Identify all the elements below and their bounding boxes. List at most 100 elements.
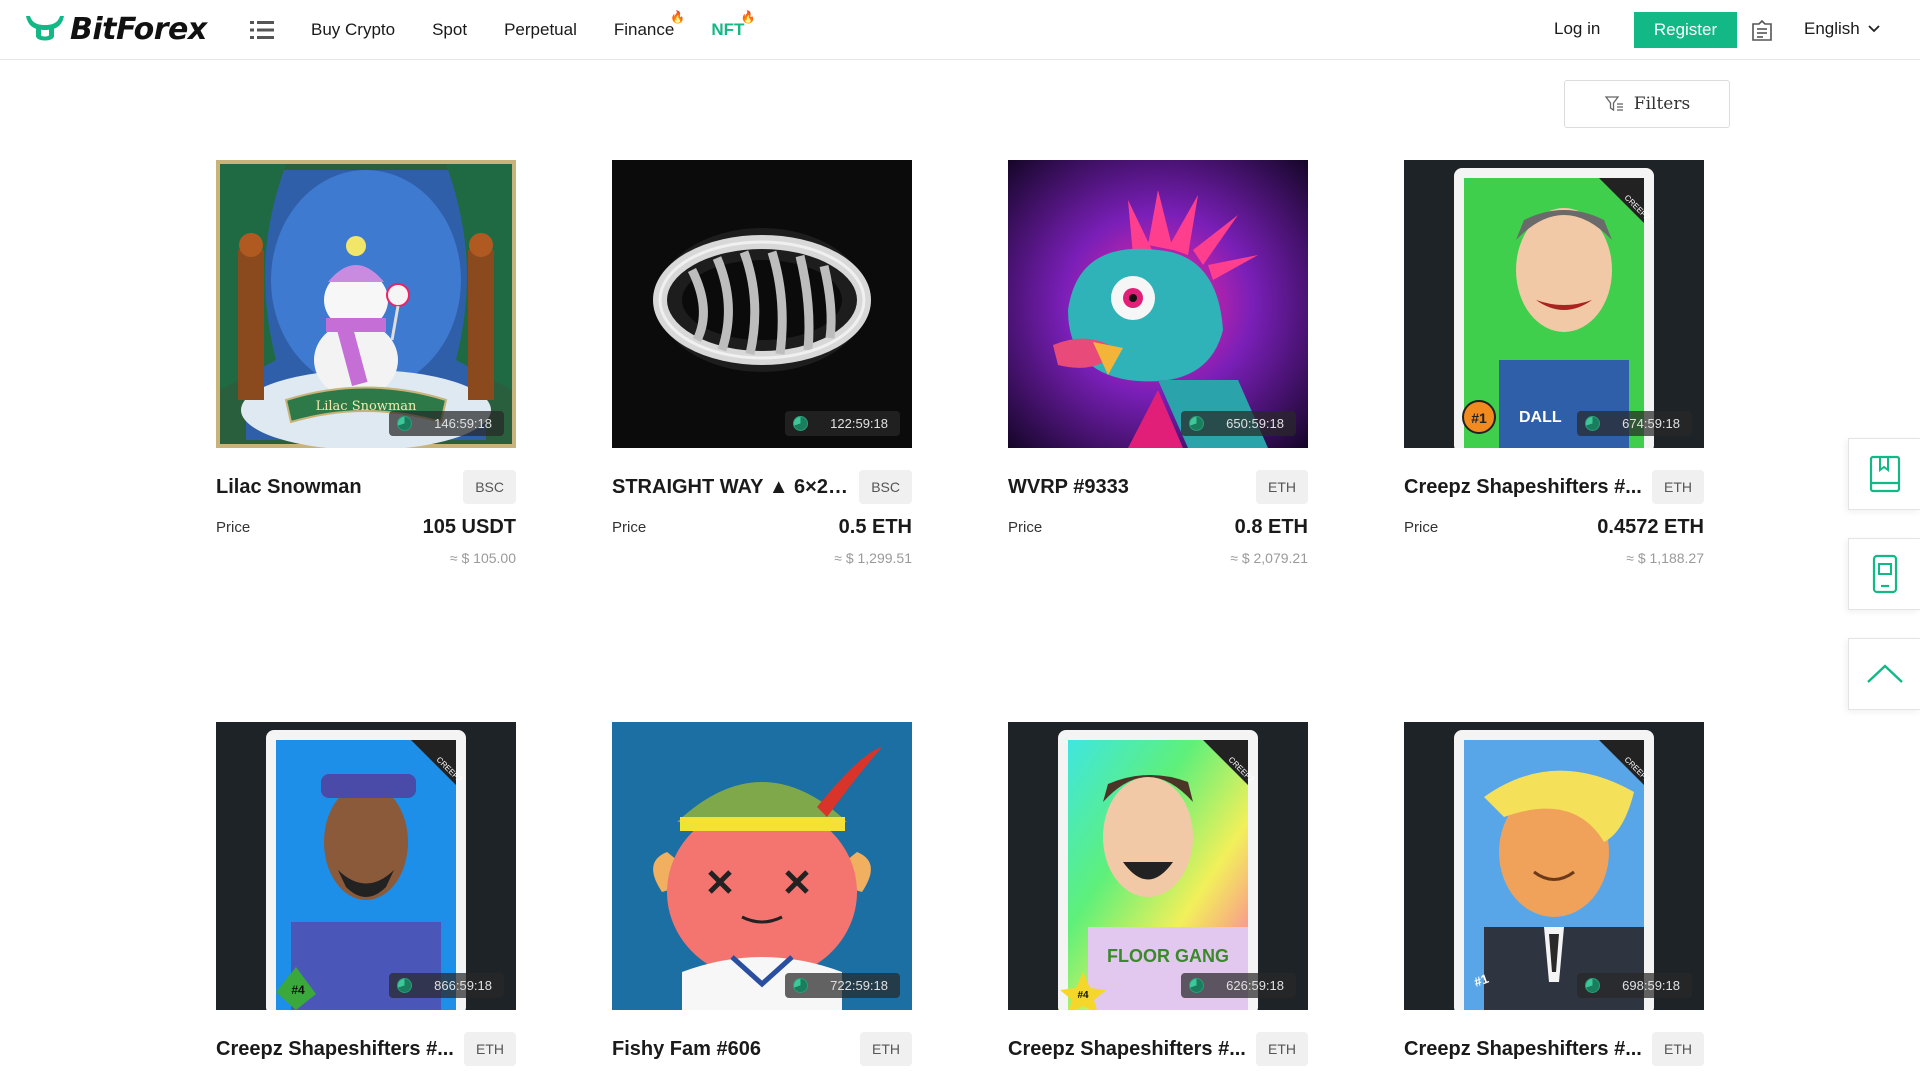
nft-card[interactable]: CREEPZ DALL #1 674:59:18 Creepz Shapeshi… (1404, 160, 1704, 566)
timer-value: 626:59:18 (1226, 978, 1284, 993)
countdown-timer: 650:59:18 (1181, 411, 1296, 436)
price-label: Price (1404, 518, 1439, 536)
price-usd: ≈ $ 1,188.27 (1626, 550, 1704, 566)
nft-name[interactable]: Creepz Shapeshifters #... (216, 1038, 454, 1061)
filters-label: Filters (1633, 94, 1691, 114)
nft-image[interactable]: 722:59:18 (612, 722, 912, 1010)
countdown-timer: 698:59:18 (1577, 973, 1692, 998)
nft-card[interactable]: Lilac Snowman 146:59:18 Lilac Snowman BS… (216, 160, 516, 566)
timer-value: 122:59:18 (830, 416, 888, 431)
nav-perpetual[interactable]: Perpetual (504, 20, 577, 40)
nft-image[interactable]: CREEPZ DALL #1 674:59:18 (1404, 160, 1704, 448)
mobile-icon (1872, 554, 1897, 594)
clock-icon (1189, 416, 1205, 431)
nft-card[interactable]: CREEPZ FLOOR GANG #4 626:59:18 Creepz Sh… (1008, 722, 1308, 1066)
countdown-timer: 626:59:18 (1181, 973, 1296, 998)
clock-icon (1585, 416, 1601, 431)
clock-icon (397, 416, 413, 431)
nft-image[interactable]: Lilac Snowman 146:59:18 (216, 160, 516, 448)
countdown-timer: 722:59:18 (785, 973, 900, 998)
timer-value: 866:59:18 (434, 978, 492, 993)
login-link[interactable]: Log in (1554, 19, 1600, 39)
chevron-down-icon (1868, 25, 1880, 33)
chain-badge: ETH (1652, 470, 1704, 504)
snowman-artwork: Lilac Snowman (216, 160, 516, 448)
countdown-timer: 674:59:18 (1577, 411, 1692, 436)
nav-label: NFT (711, 20, 745, 39)
announcement-icon[interactable] (1750, 18, 1774, 42)
price-usd: ≈ $ 105.00 (449, 550, 516, 566)
clock-icon (1585, 978, 1601, 993)
price-value: 0.4572 ETH (1597, 515, 1704, 538)
clock-icon (1189, 978, 1205, 993)
nft-card[interactable]: CREEPZ #4 866:59:18 Creepz Shapeshifters… (216, 722, 516, 1066)
nft-image[interactable]: CREEPZ FLOOR GANG #4 626:59:18 (1008, 722, 1308, 1010)
filter-icon (1604, 96, 1623, 112)
guide-book-button[interactable] (1848, 438, 1920, 510)
menu-list-icon[interactable] (250, 19, 274, 41)
nft-card[interactable]: 722:59:18 Fishy Fam #606 ETH (612, 722, 912, 1066)
bitforex-logo[interactable]: BitForex (22, 11, 207, 47)
clock-icon (793, 416, 809, 431)
nft-card[interactable]: 650:59:18 WVRP #9333 ETH Price 0.8 ETH ≈… (1008, 160, 1308, 566)
back-to-top-button[interactable] (1848, 638, 1920, 710)
fire-icon: 🔥 (670, 10, 686, 24)
nft-card[interactable]: CREEPZ #1 698:59:18 Creepz Shapeshifters… (1404, 722, 1704, 1066)
mobile-app-button[interactable] (1848, 538, 1920, 610)
nav-label: Spot (432, 20, 468, 39)
nav-buy-crypto[interactable]: Buy Crypto (311, 20, 395, 40)
chain-badge: ETH (1256, 1032, 1308, 1066)
nav-nft[interactable]: NFT 🔥 (711, 10, 755, 40)
filters-button[interactable]: Filters (1564, 80, 1730, 128)
countdown-timer: 146:59:18 (389, 411, 504, 436)
clock-icon (397, 978, 413, 993)
nft-image[interactable]: CREEPZ #1 698:59:18 (1404, 722, 1704, 1010)
nav-label: Finance (613, 20, 675, 39)
creepz-sky-artwork: CREEPZ #1 (1404, 722, 1704, 1010)
nft-name[interactable]: Creepz Shapeshifters #... (1404, 476, 1642, 499)
language-selector[interactable]: English (1804, 19, 1880, 39)
chain-badge: ETH (1652, 1032, 1704, 1066)
register-button[interactable]: Register (1634, 12, 1737, 48)
timer-value: 146:59:18 (434, 416, 492, 431)
rank-badge-text: #4 (1077, 990, 1089, 1001)
price-usd: ≈ $ 2,079.21 (1230, 550, 1308, 566)
dall-text: DALL (1519, 409, 1562, 426)
nav-spot[interactable]: Spot (432, 20, 467, 40)
price-value: 0.5 ETH (838, 515, 912, 538)
chain-badge: BSC (859, 470, 912, 504)
price-value: 105 USDT (422, 515, 516, 538)
creepz-blue-artwork: CREEPZ #4 (216, 722, 516, 1010)
price-usd: ≈ $ 1,299.51 (834, 550, 912, 566)
nft-name[interactable]: Fishy Fam #606 (612, 1038, 761, 1061)
timer-value: 674:59:18 (1622, 416, 1680, 431)
nft-card[interactable]: 122:59:18 STRAIGHT WAY ▲ 6×25... BSC Pri… (612, 160, 912, 566)
timer-value: 650:59:18 (1226, 416, 1284, 431)
nft-name[interactable]: Creepz Shapeshifters #... (1404, 1038, 1642, 1061)
chain-badge: BSC (463, 470, 516, 504)
nft-image[interactable]: CREEPZ #4 866:59:18 (216, 722, 516, 1010)
chain-badge: ETH (1256, 470, 1308, 504)
clock-icon (793, 978, 809, 993)
chain-badge: ETH (464, 1032, 516, 1066)
fire-icon: 🔥 (740, 10, 756, 24)
price-value: 0.8 ETH (1234, 515, 1308, 538)
logo-text: BitForex (70, 11, 207, 47)
language-label: English (1804, 19, 1860, 38)
bitforex-bull-icon (26, 16, 64, 41)
nft-image[interactable]: 122:59:18 (612, 160, 912, 448)
floor-gang-text: FLOOR GANG (1107, 946, 1229, 966)
timer-value: 722:59:18 (830, 978, 888, 993)
price-label: Price (612, 518, 647, 536)
main-nav: Buy Crypto Spot Perpetual Finance 🔥 NFT 🔥 (311, 0, 781, 60)
chevron-up-icon (1866, 664, 1903, 683)
nft-name[interactable]: Lilac Snowman (216, 476, 362, 499)
nav-finance[interactable]: Finance 🔥 (613, 10, 685, 40)
nft-name[interactable]: Creepz Shapeshifters #... (1008, 1038, 1246, 1061)
price-label: Price (216, 518, 251, 536)
creepz-green-artwork: CREEPZ DALL #1 (1404, 160, 1704, 448)
nft-name[interactable]: STRAIGHT WAY ▲ 6×25... (612, 476, 850, 499)
nft-image[interactable]: 650:59:18 (1008, 160, 1308, 448)
nft-name[interactable]: WVRP #9333 (1008, 476, 1129, 499)
ring-artwork (612, 160, 912, 448)
